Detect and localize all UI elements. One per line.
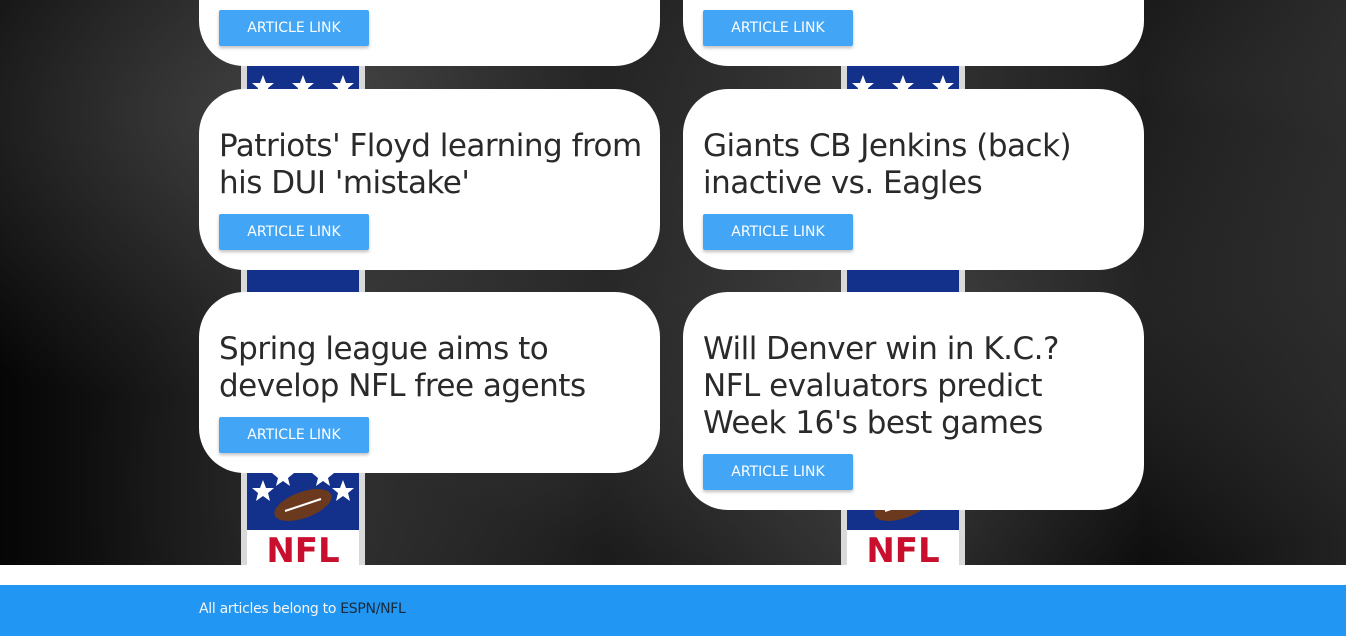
page-gap	[0, 565, 1346, 585]
article-card: Giants CB Jenkins (back) inactive vs. Ea…	[683, 89, 1144, 270]
svg-text:NFL: NFL	[866, 531, 939, 565]
espn-nfl-link[interactable]: ESPN/NFL	[340, 601, 406, 617]
article-title: Patriots' Floyd learning from his DUI 'm…	[219, 128, 642, 201]
article-title: Giants CB Jenkins (back) inactive vs. Ea…	[703, 128, 1072, 201]
article-link-button[interactable]: ARTICLE LINK	[219, 214, 369, 250]
article-card: Spring league aims to develop NFL free a…	[199, 292, 660, 473]
article-card: ARTICLE LINK	[199, 0, 660, 66]
article-card: Patriots' Floyd learning from his DUI 'm…	[199, 89, 660, 270]
article-link-button[interactable]: ARTICLE LINK	[703, 454, 853, 490]
svg-text:NFL: NFL	[266, 531, 339, 565]
article-title: Spring league aims to develop NFL free a…	[219, 331, 586, 404]
footer-credit-text: All articles belong to	[199, 601, 341, 617]
article-link-button[interactable]: ARTICLE LINK	[703, 214, 853, 250]
article-card: ARTICLE LINK	[683, 0, 1144, 66]
footer-text: All articles belong to ESPN/NFL	[199, 601, 406, 617]
article-card: Will Denver win in K.C.? NFL evaluators …	[683, 292, 1144, 510]
article-title: Will Denver win in K.C.? NFL evaluators …	[703, 331, 1060, 441]
article-link-button[interactable]: ARTICLE LINK	[703, 10, 853, 46]
nfl-background	[0, 0, 1346, 565]
page: NFL NFL ARTICLE LINK ARTICLE LINK Patrio…	[0, 0, 1346, 636]
article-link-button[interactable]: ARTICLE LINK	[219, 417, 369, 453]
article-link-button[interactable]: ARTICLE LINK	[219, 10, 369, 46]
footer: All articles belong to ESPN/NFL	[0, 585, 1346, 636]
